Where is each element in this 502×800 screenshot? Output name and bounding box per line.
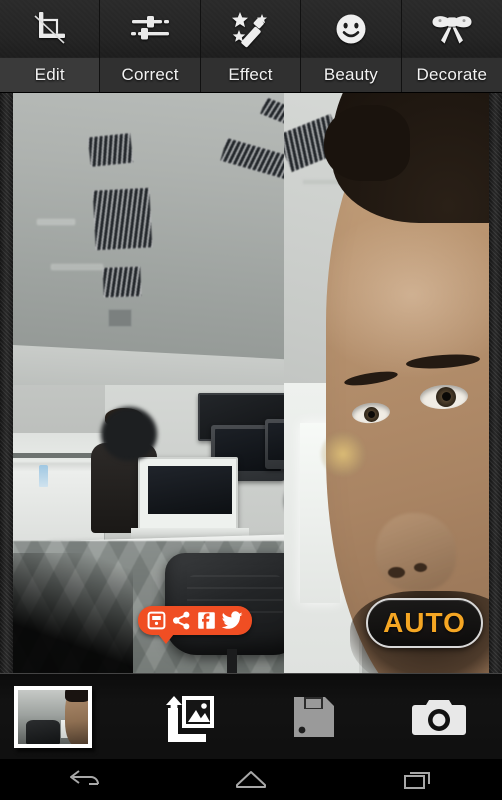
camera-button[interactable]	[377, 674, 502, 759]
photo-selfie-face	[284, 93, 489, 673]
crop-icon	[0, 0, 99, 58]
floppy-save-icon	[291, 694, 337, 740]
sliders-icon	[100, 0, 199, 58]
camera-icon	[411, 695, 467, 739]
tab-decorate[interactable]: Decorate	[401, 0, 502, 92]
share-bubble-body	[138, 606, 252, 635]
canvas-right-edge	[489, 93, 502, 673]
photo-bottle	[39, 465, 48, 487]
tab-label-correct: Correct	[100, 58, 200, 92]
tab-label-edit: Edit	[0, 58, 100, 92]
top-toolbar: Edit Correct Effect Beauty Decorate	[0, 0, 502, 93]
tab-effect[interactable]: Effect	[200, 0, 302, 92]
recents-button[interactable]	[376, 759, 460, 800]
magic-wand-icon	[201, 0, 300, 58]
facebook-icon[interactable]	[197, 611, 216, 630]
share-bubble[interactable]	[138, 606, 252, 644]
photo-shadow	[13, 553, 133, 673]
upload-button[interactable]	[126, 674, 252, 759]
edited-photo: AUTO	[13, 93, 489, 673]
save-button[interactable]	[251, 674, 377, 759]
upload-image-icon	[160, 692, 216, 742]
home-icon	[234, 769, 268, 791]
tab-label-beauty: Beauty	[301, 58, 401, 92]
tab-label-decorate: Decorate	[401, 58, 502, 92]
android-navigation-bar	[0, 759, 502, 800]
bottom-toolbar	[0, 673, 502, 759]
photo-editor-app: Edit Correct Effect Beauty Decorate AUTO	[0, 0, 502, 800]
app-share-icon[interactable]	[147, 611, 166, 630]
twitter-icon[interactable]	[222, 611, 243, 630]
tab-label-effect: Effect	[200, 58, 301, 92]
photo-thumbnail-slot[interactable]	[0, 674, 126, 759]
photo-laptop	[131, 457, 249, 540]
tab-correct[interactable]: Correct	[100, 0, 201, 92]
share-nodes-icon[interactable]	[172, 611, 191, 630]
recents-icon	[401, 769, 435, 791]
share-bubble-tail	[158, 634, 174, 644]
canvas-left-edge	[0, 93, 13, 673]
tab-beauty[interactable]: Beauty	[301, 0, 402, 92]
home-button[interactable]	[209, 759, 293, 800]
ribbon-bow-icon	[402, 0, 502, 58]
smiley-icon	[301, 0, 400, 58]
auto-button[interactable]: AUTO	[366, 598, 483, 648]
back-arrow-icon	[67, 769, 101, 791]
photo-thumbnail[interactable]	[14, 685, 92, 748]
tab-edit[interactable]: Edit	[0, 0, 101, 92]
auto-button-label: AUTO	[383, 607, 466, 638]
back-button[interactable]	[42, 759, 126, 800]
